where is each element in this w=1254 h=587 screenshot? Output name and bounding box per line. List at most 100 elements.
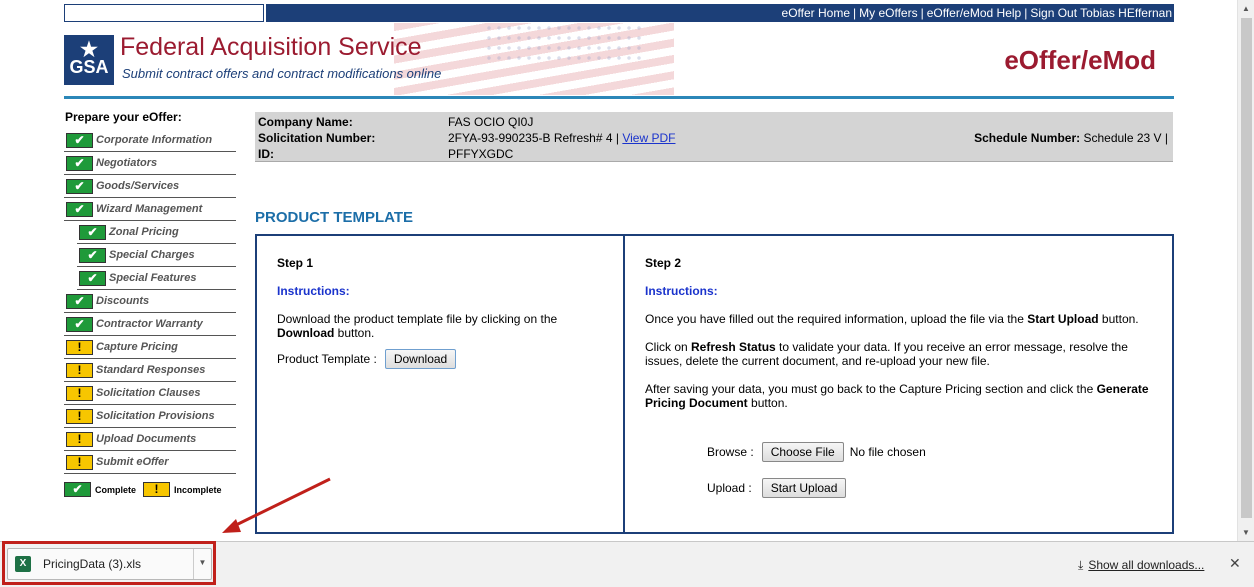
sidebar-item-negotiators[interactable]: ✔ Negotiators bbox=[64, 152, 236, 175]
step-1-panel: Step 1 Instructions: Download the produc… bbox=[277, 256, 597, 369]
page-title: PRODUCT TEMPLATE bbox=[255, 209, 414, 226]
sidebar-item-solicitation-provisions[interactable]: ! Solicitation Provisions bbox=[64, 405, 236, 428]
warning-icon: ! bbox=[66, 385, 93, 401]
warning-icon: ! bbox=[66, 339, 93, 355]
warning-icon: ! bbox=[66, 454, 93, 470]
sidebar-item-zonal-pricing[interactable]: ✔ Zonal Pricing bbox=[77, 221, 236, 244]
header-divider bbox=[64, 96, 1174, 99]
nav-separator: | bbox=[853, 6, 857, 20]
sidebar-item-label: Special Features bbox=[109, 272, 197, 284]
download-button[interactable]: Download bbox=[384, 349, 457, 369]
step-2-p1-post: button. bbox=[1098, 312, 1139, 326]
sidebar-item-label: Upload Documents bbox=[96, 433, 197, 445]
step-2-p2-pre: Click on bbox=[645, 340, 692, 354]
nav-link-my-eoffers[interactable]: My eOffers bbox=[859, 6, 917, 20]
warning-icon: ! bbox=[66, 408, 93, 424]
show-all-downloads-label: Show all downloads... bbox=[1088, 558, 1205, 572]
product-template-box: Step 1 Instructions: Download the produc… bbox=[255, 234, 1174, 534]
step-2-paragraph-1: Once you have filled out the required in… bbox=[645, 312, 1155, 326]
vertical-scrollbar[interactable]: ▲ ▼ bbox=[1237, 0, 1254, 541]
stars-decoration bbox=[484, 23, 644, 63]
sidebar-item-upload-documents[interactable]: ! Upload Documents bbox=[64, 428, 236, 451]
step-1-text-post: button. bbox=[334, 326, 375, 340]
close-icon[interactable]: ✕ bbox=[1229, 555, 1241, 572]
sidebar-item-label: Solicitation Provisions bbox=[96, 410, 215, 422]
nav-link-help[interactable]: eOffer/eMod Help bbox=[927, 6, 1022, 20]
sidebar-item-label: Contractor Warranty bbox=[96, 318, 203, 330]
top-nav-bar: eOffer Home | My eOffers | eOffer/eMod Help |… bbox=[266, 4, 1174, 22]
sidebar-item-label: Wizard Management bbox=[96, 203, 203, 215]
sidebar-item-solicitation-clauses[interactable]: ! Solicitation Clauses bbox=[64, 382, 236, 405]
sidebar-item-label: Solicitation Clauses bbox=[96, 387, 201, 399]
step-divider bbox=[623, 236, 625, 532]
sidebar-item-wizard-management[interactable]: ✔ Wizard Management bbox=[64, 198, 236, 221]
step-2-paragraph-3: After saving your data, you must go back… bbox=[645, 382, 1155, 410]
check-icon: ✔ bbox=[79, 247, 106, 263]
sidebar-item-label: Corporate Information bbox=[96, 134, 213, 146]
sidebar-item-label: Negotiators bbox=[96, 157, 158, 169]
sidebar-item-special-features[interactable]: ✔ Special Features bbox=[77, 267, 236, 290]
start-upload-button[interactable]: Start Upload bbox=[761, 478, 847, 498]
sidebar-item-label: Special Charges bbox=[109, 249, 195, 261]
browse-label: Browse : bbox=[707, 445, 754, 459]
sidebar-nav-list: ✔ Corporate Information ✔ Negotiators ✔ Goods… bbox=[64, 129, 236, 474]
sidebar-item-discounts[interactable]: ✔ Discounts bbox=[64, 290, 236, 313]
upload-label: Upload : bbox=[707, 481, 752, 495]
nav-link-eoffer-home[interactable]: eOffer Home bbox=[782, 6, 850, 20]
app-title: eOffer/eMod bbox=[1004, 45, 1156, 75]
sidebar-item-label: Goods/Services bbox=[96, 180, 180, 192]
annotation-arrow-head bbox=[222, 519, 241, 533]
nav-link-sign-out[interactable]: Sign Out Tobias HEffernan bbox=[1030, 6, 1172, 20]
sidebar-item-label: Standard Responses bbox=[96, 364, 206, 376]
check-icon: ✔ bbox=[66, 316, 93, 332]
sidebar-item-capture-pricing[interactable]: ! Capture Pricing bbox=[64, 336, 236, 359]
sidebar-item-label: Submit eOffer bbox=[96, 456, 169, 468]
scroll-up-icon[interactable]: ▲ bbox=[1242, 4, 1250, 13]
view-pdf-link[interactable]: View PDF bbox=[622, 131, 675, 145]
solicitation-value: 2FYA-93-990235-B Refresh# 4 | bbox=[448, 131, 619, 145]
sidebar: Prepare your eOffer: ✔ Corporate Informat… bbox=[64, 110, 236, 497]
id-label: ID: bbox=[258, 147, 274, 161]
download-arrow-icon: ⤓ bbox=[1078, 558, 1084, 572]
sidebar-item-special-charges[interactable]: ✔ Special Charges bbox=[77, 244, 236, 267]
scroll-down-icon[interactable]: ▼ bbox=[1242, 528, 1250, 537]
company-name-label: Company Name: bbox=[258, 115, 353, 129]
sidebar-item-label: Zonal Pricing bbox=[109, 226, 179, 238]
check-icon: ✔ bbox=[79, 224, 106, 240]
schedule-value: Schedule 23 V | bbox=[1083, 131, 1168, 145]
site-title: Federal Acquisition Service bbox=[120, 33, 422, 61]
check-icon: ✔ bbox=[66, 201, 93, 217]
annotation-highlight-box bbox=[2, 541, 216, 585]
step-1-instructions-label: Instructions: bbox=[277, 284, 350, 298]
legend-complete-label: Complete bbox=[95, 484, 137, 495]
step-2-instructions-label: Instructions: bbox=[645, 284, 718, 298]
sidebar-item-corporate-information[interactable]: ✔ Corporate Information bbox=[64, 129, 236, 152]
sidebar-item-submit-eoffer[interactable]: ! Submit eOffer bbox=[64, 451, 236, 474]
solicitation-value-wrap: 2FYA-93-990235-B Refresh# 4 | View PDF bbox=[448, 131, 675, 145]
step-2-p1-bold: Start Upload bbox=[1027, 312, 1099, 326]
check-icon: ✔ bbox=[64, 482, 91, 497]
schedule-label: Schedule Number: bbox=[974, 131, 1081, 145]
sidebar-item-goods-services[interactable]: ✔ Goods/Services bbox=[64, 175, 236, 198]
choose-file-button[interactable]: Choose File bbox=[761, 442, 844, 462]
solicitation-label: Solicitation Number: bbox=[258, 131, 376, 145]
show-all-downloads-link[interactable]: ⤓ Show all downloads... bbox=[1078, 558, 1204, 573]
step-1-instructions-text: Download the product template file by cl… bbox=[277, 312, 597, 340]
check-icon: ✔ bbox=[66, 293, 93, 309]
sidebar-item-label: Capture Pricing bbox=[96, 341, 178, 353]
step-2-p3-post: button. bbox=[747, 396, 788, 410]
scrollbar-thumb[interactable] bbox=[1241, 18, 1252, 518]
step-1-title: Step 1 bbox=[277, 256, 314, 270]
step-1-text-bold: Download bbox=[277, 326, 335, 340]
header-banner: ★ GSA Federal Acquisition Service Submit… bbox=[64, 23, 1174, 95]
upload-row: Upload : Start Upload bbox=[707, 478, 847, 498]
sidebar-item-standard-responses[interactable]: ! Standard Responses bbox=[64, 359, 236, 382]
product-template-label: Product Template : bbox=[277, 352, 377, 366]
sidebar-item-contractor-warranty[interactable]: ✔ Contractor Warranty bbox=[64, 313, 236, 336]
step-2-title: Step 2 bbox=[645, 256, 682, 270]
legend-incomplete-label: Incomplete bbox=[174, 484, 222, 495]
warning-icon: ! bbox=[66, 362, 93, 378]
topbar-left-panel bbox=[64, 4, 264, 22]
nav-separator: | bbox=[1024, 6, 1028, 20]
warning-icon: ! bbox=[66, 431, 93, 447]
